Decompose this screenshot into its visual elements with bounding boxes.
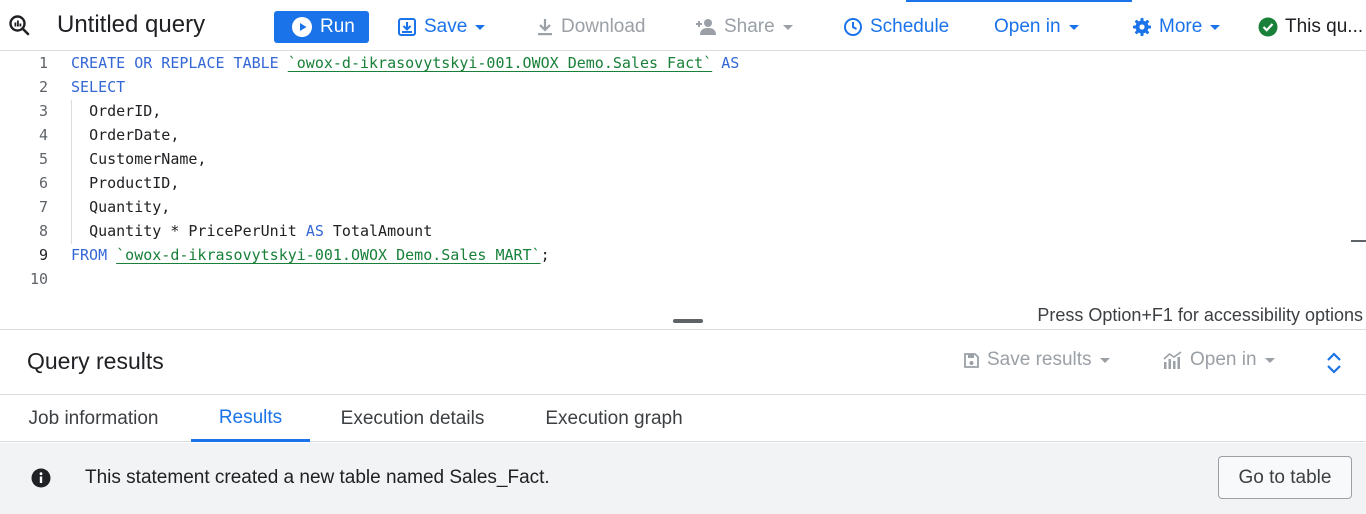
statement-info-banner: This statement created a new table named… [0,443,1366,514]
more-button[interactable]: More [1132,11,1221,43]
more-button-label: More [1159,16,1203,37]
expression: Quantity * PricePerUnit [89,222,297,240]
tab-job-information[interactable]: Job information [0,396,187,442]
results-open-in-button[interactable]: Open in [1162,349,1275,371]
code-line-3[interactable]: OrderID, [71,102,161,120]
run-button-label: Run [320,16,355,37]
table-reference[interactable]: `owox-d-ikrasovytskyi-001.OWOX_Demo.Sale… [288,54,712,72]
share-button-label: Share [724,16,775,37]
gear-icon [1133,18,1151,36]
line-number: 1 [38,54,48,72]
chevron-down-icon [475,24,486,30]
code-line-4[interactable]: OrderDate, [71,126,179,144]
query-icon [9,15,30,36]
results-open-in-label: Open in [1190,349,1257,370]
table-reference[interactable]: `owox-d-ikrasovytskyi-001.OWOX_Demo.Sale… [116,246,540,264]
sql-keyword: AS [721,54,740,72]
chevron-down-icon [1210,24,1221,30]
play-icon [292,17,312,37]
save-icon [398,18,416,36]
save-button[interactable]: Save [397,11,486,43]
download-button-label: Download [561,16,646,37]
sql-editor[interactable]: 1 2 3 4 5 6 7 8 9 10 CREATE OR REPLACE T… [0,52,1366,302]
query-title[interactable]: Untitled query [57,11,205,39]
sql-keyword: FROM [71,246,108,264]
results-tabs: Job information Results Execution detail… [0,396,1366,442]
line-number-active: 9 [38,246,48,264]
line-number: 8 [38,222,48,240]
active-tab-indicator [906,0,1132,2]
query-status[interactable]: This qu... [1258,11,1366,43]
query-status-label: This qu... [1285,16,1364,37]
line-number: 7 [38,198,48,216]
sql-keyword: SELECT [71,78,126,96]
info-icon [31,468,51,488]
tab-execution-details[interactable]: Execution details [318,396,507,442]
column-name: OrderDate, [89,126,180,144]
save-button-label: Save [424,16,468,37]
line-number-gutter: 1 2 3 4 5 6 7 8 9 10 [0,52,60,302]
panel-splitter: Press Option+F1 for accessibility option… [0,302,1366,330]
code-line-2[interactable]: SELECT [71,78,125,96]
query-results-header: Query results Save results Open in [0,331,1366,395]
line-number: 10 [29,270,48,288]
tab-execution-graph[interactable]: Execution graph [519,396,709,442]
line-number: 3 [38,102,48,120]
chevron-down-icon [1264,357,1275,363]
info-message: This statement created a new table named… [85,467,550,488]
column-name: OrderID, [89,102,162,120]
drag-handle-icon[interactable] [673,319,703,323]
query-toolbar: Untitled query Run Save Download Share S… [0,0,1366,51]
code-line-8[interactable]: Quantity * PricePerUnit AS TotalAmount [71,222,432,240]
floppy-icon [964,352,979,368]
code-line-9[interactable]: FROM `owox-d-ikrasovytskyi-001.OWOX_Demo… [71,246,550,264]
open-in-button[interactable]: Open in [994,11,1079,43]
code-line-6[interactable]: ProductID, [71,174,179,192]
chart-icon [1163,350,1182,369]
line-number: 5 [38,150,48,168]
go-to-table-button[interactable]: Go to table [1218,456,1352,499]
alias-name: TotalAmount [332,222,433,240]
editor-scrollbar-marker[interactable] [1351,240,1366,242]
line-number: 4 [38,126,48,144]
accessibility-hint: Press Option+F1 for accessibility option… [1037,305,1363,325]
query-results-title: Query results [27,348,164,374]
save-results-label: Save results [987,349,1092,370]
share-button[interactable]: Share [695,11,793,43]
statement-terminator: ; [540,246,550,264]
code-line-1[interactable]: CREATE OR REPLACE TABLE `owox-d-ikrasovy… [71,54,739,72]
chevron-down-icon [782,24,793,30]
chevron-down-icon [1099,357,1110,363]
column-name: ProductID, [89,174,180,192]
download-icon [538,19,552,36]
code-line-5[interactable]: CustomerName, [71,150,206,168]
column-name: CustomerName, [89,150,207,168]
check-circle-icon [1258,17,1278,37]
schedule-button-label: Schedule [870,16,950,37]
sql-keyword: CREATE OR REPLACE TABLE [71,54,279,72]
person-add-icon [696,19,716,35]
column-name: Quantity, [89,198,171,216]
sql-keyword: AS [305,222,324,240]
run-button[interactable]: Run [274,11,369,43]
tab-results[interactable]: Results [191,396,310,442]
chevron-down-icon [1068,24,1079,30]
line-number: 6 [38,174,48,192]
clock-icon [844,18,862,36]
code-line-7[interactable]: Quantity, [71,198,170,216]
download-button[interactable]: Download [536,11,646,43]
unfold-icon[interactable] [1323,351,1345,375]
open-in-button-label: Open in [994,16,1061,37]
line-number: 2 [38,78,48,96]
schedule-button[interactable]: Schedule [843,11,949,43]
save-results-button[interactable]: Save results [963,349,1110,371]
